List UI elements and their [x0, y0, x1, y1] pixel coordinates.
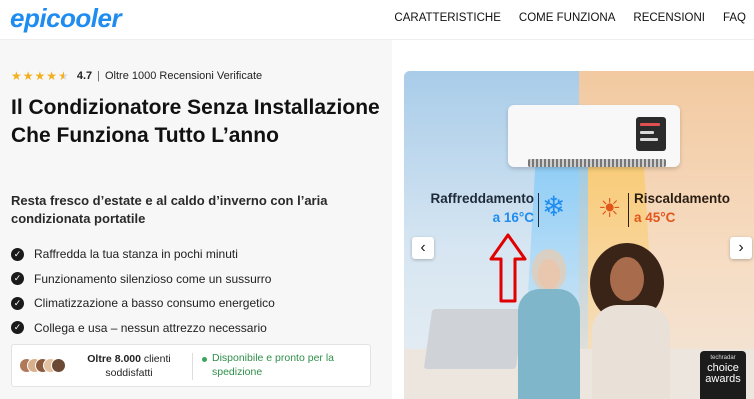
air-conditioner-vent: [528, 159, 666, 167]
check-icon: ✓: [11, 296, 24, 310]
award-badge: techradar choice awards: [700, 351, 746, 399]
check-icon: ✓: [11, 272, 24, 286]
customer-avatars: [19, 358, 66, 374]
check-icon: ✓: [11, 247, 24, 261]
person-body: [592, 305, 670, 399]
check-icon: ✓: [11, 321, 24, 335]
logo[interactable]: epicooler: [10, 3, 122, 34]
annotation-arrow-icon: [489, 233, 527, 303]
feature-list: ✓ Raffredda la tua stanza in pochi minuti…: [11, 242, 275, 340]
hero-text-panel: ★ ★ ★ ★ ★ 4.7 | Oltre 1000 Recensioni Ve…: [0, 40, 392, 399]
star-icon: ★: [46, 69, 58, 83]
shipping-status: Disponibile e pronto per la spedizione: [212, 352, 334, 378]
carousel-next-button[interactable]: ›: [730, 237, 752, 259]
display-segment: [640, 123, 660, 126]
person-warm-image: [584, 243, 674, 399]
half-star-icon: ★: [58, 69, 69, 83]
display-segment: [640, 131, 654, 134]
badge-source: techradar: [710, 355, 736, 361]
chevron-right-icon: ›: [738, 239, 744, 256]
site-header: epicooler CARATTERISTICHE COME FUNZIONA …: [0, 0, 754, 40]
star-icon: ★: [22, 69, 34, 83]
divider: [538, 193, 539, 227]
page-title: Il Condizionatore Senza Installazione Ch…: [11, 96, 380, 147]
carousel-prev-button[interactable]: ‹: [412, 237, 434, 259]
list-item: ✓ Funzionamento silenzioso come un sussur…: [11, 267, 275, 292]
list-item: ✓ Collega e usa – nessun attrezzo necessa…: [11, 316, 275, 341]
rating-separator: |: [97, 70, 100, 82]
rating-value: 4.7: [76, 70, 93, 82]
feature-text: Climatizzazione a basso consumo energeti…: [34, 296, 275, 311]
rating-stars: ★ ★ ★ ★ ★: [11, 70, 69, 82]
sun-icon: ☀: [598, 193, 622, 223]
divider: [192, 353, 193, 380]
clients-bold: Oltre 8.000: [87, 353, 141, 365]
rating-text: Oltre 1000 Recensioni Verificate: [104, 70, 263, 82]
person-body: [518, 289, 580, 399]
divider: [628, 193, 629, 227]
cooling-temp: a 16°C: [492, 210, 534, 225]
heating-text: Riscaldamento: [634, 191, 731, 206]
list-item: ✓ Raffredda la tua stanza in pochi minuti: [11, 242, 275, 267]
star-icon: ★: [11, 69, 22, 83]
trust-box: Oltre 8.000 clienti soddisfatti Disponib…: [11, 344, 371, 387]
person-face: [610, 257, 644, 301]
chevron-left-icon: ‹: [420, 239, 426, 256]
star-icon: ★: [34, 69, 46, 83]
feature-text: Funzionamento silenzioso come un sussurr…: [34, 271, 272, 286]
feature-text: Raffredda la tua stanza in pochi minuti: [34, 247, 238, 262]
nav-faq[interactable]: FAQ: [723, 12, 746, 24]
clients-count: Oltre 8.000 clienti soddisfatti: [74, 352, 184, 380]
nav-come-funziona[interactable]: COME FUNZIONA: [519, 12, 615, 24]
page-subtitle: Resta fresco d’estate e al caldo d’inver…: [11, 193, 328, 226]
main-nav: CARATTERISTICHE COME FUNZIONA RECENSIONI…: [376, 12, 746, 24]
feature-text: Collega e usa – nessun attrezzo necessar…: [34, 320, 267, 335]
person-face: [538, 259, 560, 289]
cooling-text: Raffreddamento: [430, 191, 534, 206]
rating-row: ★ ★ ★ ★ ★ 4.7 | Oltre 1000 Recensioni Ve…: [11, 70, 262, 82]
snowflake-icon: ❄: [542, 191, 566, 222]
nav-caratteristiche[interactable]: CARATTERISTICHE: [394, 12, 501, 24]
list-item: ✓ Climatizzazione a basso consumo energet…: [11, 291, 275, 316]
badge-title: choice awards: [705, 362, 741, 385]
heating-label: Riscaldamento a 45°C: [634, 189, 749, 227]
avatar: [51, 358, 66, 373]
nav-recensioni[interactable]: RECENSIONI: [633, 12, 705, 24]
heating-temp: a 45°C: [634, 210, 676, 225]
display-segment: [640, 138, 658, 141]
laptop-image: [423, 309, 525, 369]
status-dot-icon: [202, 357, 207, 362]
hero-image-carousel: Raffreddamento a 16°C ❄ ☀ Riscaldamento …: [404, 71, 754, 399]
cooling-label: Raffreddamento a 16°C: [424, 189, 534, 227]
